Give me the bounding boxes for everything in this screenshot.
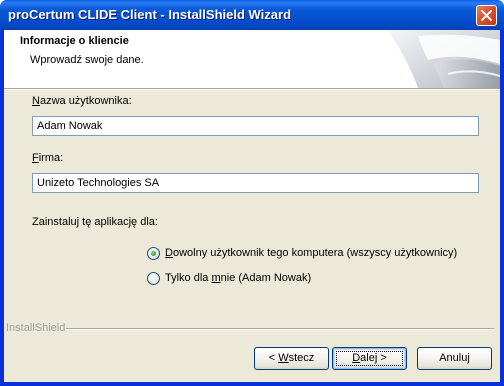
username-field[interactable]: Adam Nowak <box>32 116 479 136</box>
close-button[interactable] <box>476 5 497 26</box>
radio-all-users[interactable]: Dowolny użytkownik tego komputera (wszys… <box>147 246 467 262</box>
install-for-label: Zainstaluj tę aplikację dla: <box>32 216 158 228</box>
dialog-body: Informacje o kliencie Wprowadź swoje dan… <box>4 30 500 382</box>
cancel-button[interactable]: Anuluj <box>417 347 492 370</box>
next-button[interactable]: Dalej > <box>332 347 407 370</box>
radio-only-me[interactable]: Tylko dla mnie (Adam Nowak) <box>147 271 347 287</box>
installshield-brand: InstallShield <box>6 322 66 334</box>
username-label: Nazwa użytkownika: <box>32 95 132 107</box>
header-graphic-icon <box>388 30 500 88</box>
wizard-header: Informacje o kliencie Wprowadź swoje dan… <box>4 30 500 88</box>
header-title: Informacje o kliencie <box>20 35 129 47</box>
back-button[interactable]: < Wstecz <box>254 347 329 370</box>
title-bar[interactable]: proCertum CLIDE Client - InstallShield W… <box>0 0 504 30</box>
radio-all-users-label: Dowolny użytkownik tego komputera (wszys… <box>165 247 458 259</box>
close-icon <box>481 10 492 21</box>
wizard-window: proCertum CLIDE Client - InstallShield W… <box>0 0 504 386</box>
radio-empty-icon[interactable] <box>147 272 160 285</box>
company-field[interactable]: Unizeto Technologies SA <box>32 173 479 193</box>
footer-divider-highlight <box>66 329 494 330</box>
header-subtitle: Wprowadź swoje dane. <box>30 54 144 66</box>
window-title: proCertum CLIDE Client - InstallShield W… <box>8 7 292 22</box>
header-divider-highlight <box>4 89 500 90</box>
focus-rect <box>336 351 403 366</box>
radio-selected-icon[interactable] <box>147 247 160 260</box>
company-label: Firma: <box>32 152 64 164</box>
radio-only-me-label: Tylko dla mnie (Adam Nowak) <box>165 272 312 284</box>
